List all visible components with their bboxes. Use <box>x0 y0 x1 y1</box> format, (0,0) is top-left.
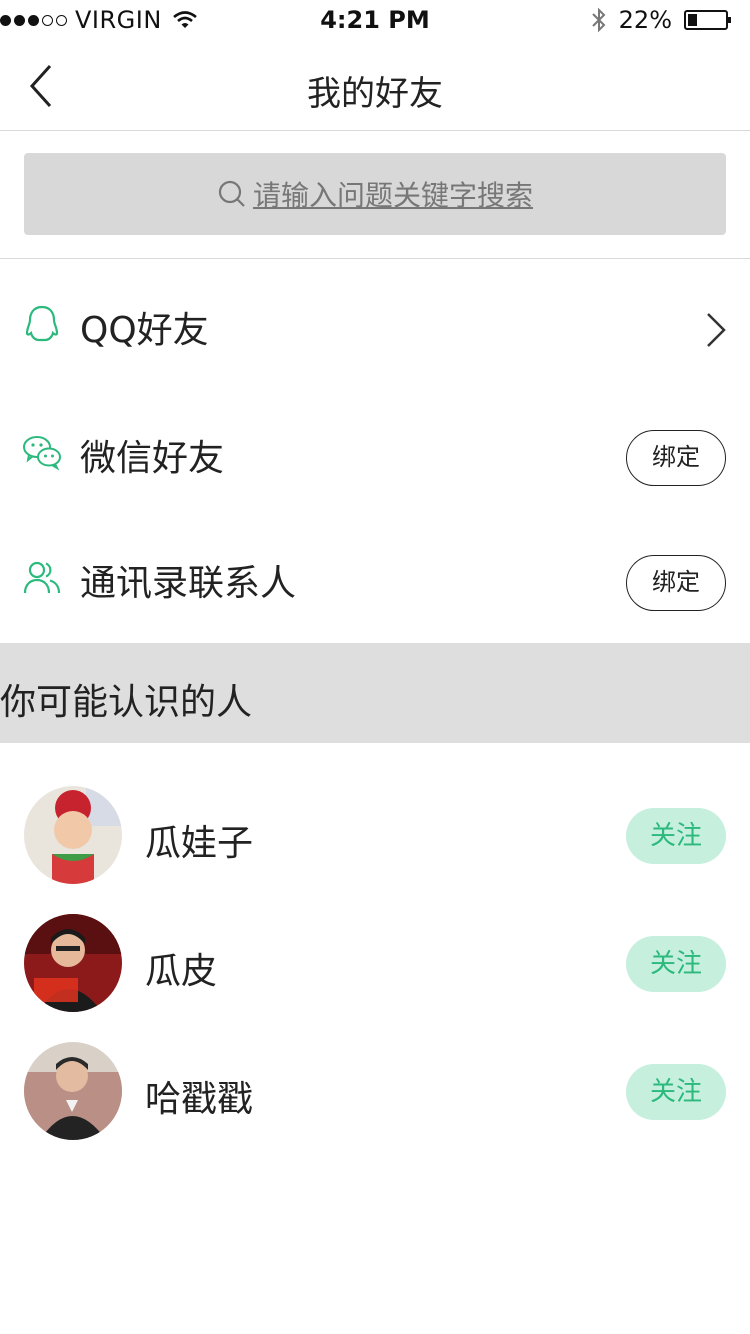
person-name: 哈戳戳 <box>145 1079 254 1120</box>
wechat-friends-label: 微信好友 <box>80 438 225 479</box>
qq-friends-row[interactable]: QQ好友 <box>0 264 750 384</box>
battery-percent: 22% <box>618 6 672 34</box>
avatar <box>24 914 122 1012</box>
follow-button[interactable]: 关注 <box>626 936 726 992</box>
bind-contacts-button[interactable]: 绑定 <box>626 555 726 611</box>
status-bar: VIRGIN 4:21 PM 22% <box>0 0 750 40</box>
person-name: 瓜皮 <box>145 951 218 992</box>
qq-friends-label: QQ好友 <box>80 310 209 351</box>
wechat-friends-row: 微信好友 绑定 <box>0 392 750 512</box>
search-section: 请输入问题关键字搜索 <box>0 130 750 259</box>
avatar <box>24 1042 122 1140</box>
suggested-person-row[interactable]: 瓜娃子 关注 <box>0 780 750 890</box>
bluetooth-icon <box>591 7 606 33</box>
search-icon <box>218 180 245 207</box>
qq-icon <box>25 305 59 342</box>
page-title: 我的好友 <box>307 74 443 114</box>
contacts-row: 通讯录联系人 绑定 <box>0 517 750 637</box>
contacts-label: 通讯录联系人 <box>80 563 297 604</box>
avatar <box>24 786 122 884</box>
suggested-person-row[interactable]: 瓜皮 关注 <box>0 908 750 1018</box>
follow-button[interactable]: 关注 <box>626 808 726 864</box>
search-input[interactable]: 请输入问题关键字搜索 <box>24 153 726 235</box>
follow-button[interactable]: 关注 <box>626 1064 726 1120</box>
suggestions-header: 你可能认识的人 <box>0 643 750 743</box>
navigation-bar: 我的好友 <box>0 40 750 131</box>
person-name: 瓜娃子 <box>145 823 254 864</box>
battery-icon <box>684 10 731 30</box>
suggested-person-row[interactable]: 哈戳戳 关注 <box>0 1036 750 1146</box>
search-placeholder: 请输入问题关键字搜索 <box>252 179 533 212</box>
chevron-right-icon <box>707 313 726 347</box>
suggestions-title: 你可能认识的人 <box>0 682 253 723</box>
bind-wechat-button[interactable]: 绑定 <box>626 430 726 486</box>
contacts-icon <box>23 561 61 594</box>
wechat-icon <box>23 436 61 471</box>
